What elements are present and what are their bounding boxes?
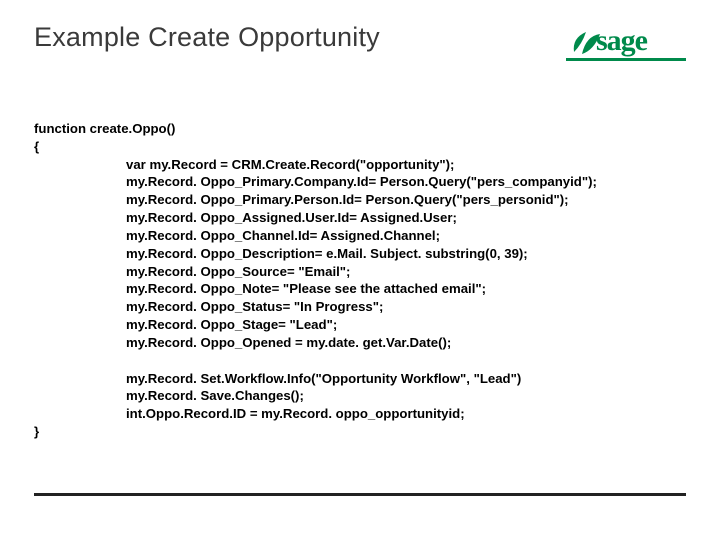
function-declaration: function create.Oppo() bbox=[34, 120, 686, 138]
close-brace: } bbox=[34, 423, 686, 441]
code-block-2: my.Record. Set.Workflow.Info("Opportunit… bbox=[126, 370, 686, 423]
code-line: int.Oppo.Record.ID = my.Record. oppo_opp… bbox=[126, 405, 686, 423]
footer-rule bbox=[34, 493, 686, 496]
header: Example Create Opportunity sage bbox=[34, 22, 686, 64]
code-line: my.Record. Save.Changes(); bbox=[126, 387, 686, 405]
code-content: function create.Oppo() { var my.Record =… bbox=[34, 120, 686, 441]
code-line: my.Record. Oppo_Opened = my.date. get.Va… bbox=[126, 334, 686, 352]
code-line: var my.Record = CRM.Create.Record("oppor… bbox=[126, 156, 686, 174]
code-line: my.Record. Oppo_Stage= "Lead"; bbox=[126, 316, 686, 334]
code-line: my.Record. Oppo_Description= e.Mail. Sub… bbox=[126, 245, 686, 263]
page-title: Example Create Opportunity bbox=[34, 22, 380, 53]
open-brace: { bbox=[34, 138, 686, 156]
code-line: my.Record. Oppo_Status= "In Progress"; bbox=[126, 298, 686, 316]
code-line: my.Record. Oppo_Assigned.User.Id= Assign… bbox=[126, 209, 686, 227]
code-line: my.Record. Oppo_Primary.Company.Id= Pers… bbox=[126, 173, 686, 191]
code-line: my.Record. Oppo_Primary.Person.Id= Perso… bbox=[126, 191, 686, 209]
code-line: my.Record. Oppo_Channel.Id= Assigned.Cha… bbox=[126, 227, 686, 245]
code-block-1: var my.Record = CRM.Create.Record("oppor… bbox=[126, 156, 686, 352]
logo: sage bbox=[566, 22, 686, 64]
code-line: my.Record. Oppo_Source= "Email"; bbox=[126, 263, 686, 281]
code-line: my.Record. Set.Workflow.Info("Opportunit… bbox=[126, 370, 686, 388]
slide: Example Create Opportunity sage function… bbox=[0, 0, 720, 540]
logo-text: sage bbox=[596, 24, 647, 58]
code-line: my.Record. Oppo_Note= "Please see the at… bbox=[126, 280, 686, 298]
logo-underline bbox=[566, 58, 686, 61]
